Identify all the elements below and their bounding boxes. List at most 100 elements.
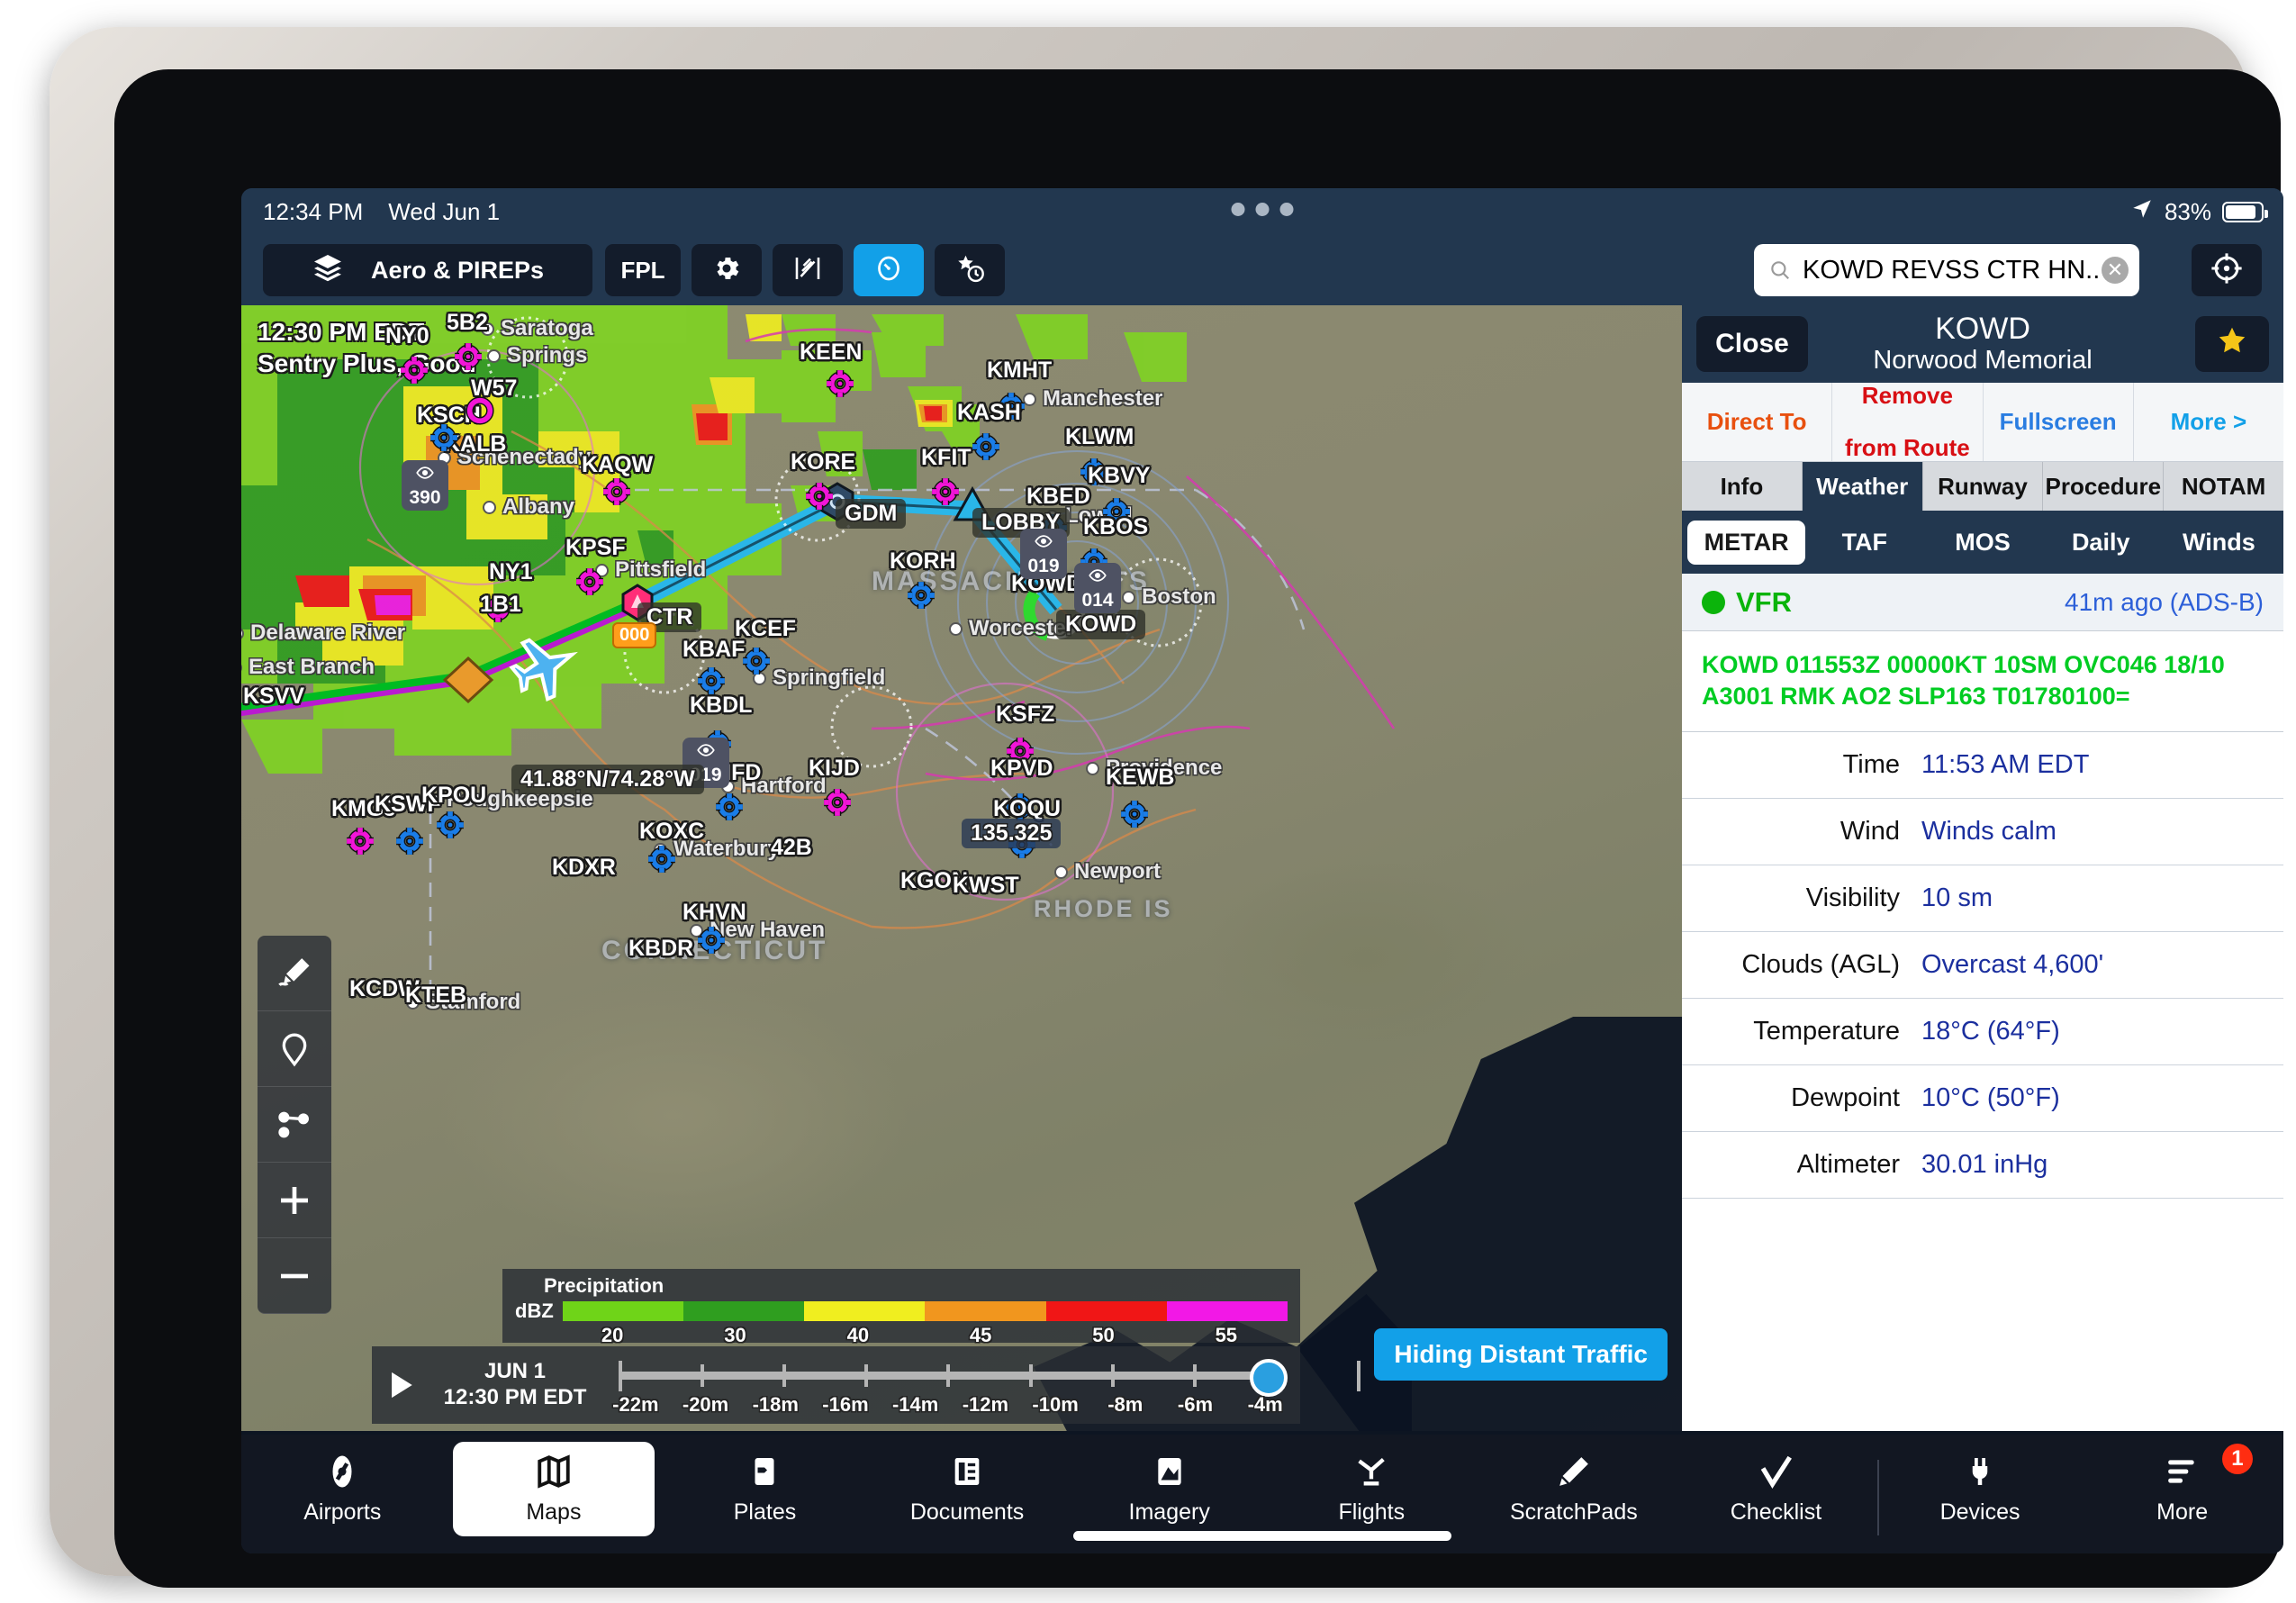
airport-detail-panel: Close KOWD Norwood Memorial Direct To Rem… xyxy=(1682,305,2283,1431)
close-button[interactable]: Close xyxy=(1696,316,1808,372)
map-waypoint-label-kowd: KOWD xyxy=(1056,610,1146,639)
center-on-location-button[interactable] xyxy=(2192,244,2262,296)
map-airport-label-kdxr: KDXR xyxy=(552,855,616,880)
tab-devices[interactable]: Devices xyxy=(1879,1442,2082,1526)
panel-action-remove-from-route[interactable]: Remove from Route xyxy=(1832,382,1984,461)
tab-scratchpads[interactable]: ScratchPads xyxy=(1473,1442,1676,1526)
map-airport-icon-kijd[interactable] xyxy=(822,787,853,818)
map-airport-icon-kmgj[interactable] xyxy=(345,826,375,856)
map-airport-label-kore: KORE xyxy=(791,449,856,475)
map-airport-icon-ksch[interactable] xyxy=(465,395,495,426)
scrubber-tick-mark xyxy=(1028,1364,1033,1387)
scrubber-tick-mark xyxy=(864,1364,869,1387)
panel-action-fullscreen[interactable]: Fullscreen xyxy=(1984,383,2134,461)
map-airport-icon-ny0[interactable] xyxy=(399,355,429,385)
map-airport-icon-khvn[interactable] xyxy=(696,925,727,955)
map-airport-label-kaqw: KAQW xyxy=(582,452,654,477)
weather-subtab-taf[interactable]: TAF xyxy=(1805,521,1923,565)
weather-subtab-mos[interactable]: MOS xyxy=(1923,521,2041,565)
map-airport-icon-kpsf[interactable] xyxy=(574,566,605,597)
tab-maps[interactable]: Maps xyxy=(452,1442,655,1536)
metar-detail-key: Clouds (AGL) xyxy=(1741,950,1900,980)
panel-tab-runway[interactable]: Runway xyxy=(1922,462,2044,511)
map-airport-icon-kcef[interactable] xyxy=(741,646,772,676)
map-airport-label-kpvd: KPVD xyxy=(990,756,1053,781)
legend-color-swatch xyxy=(1166,1301,1288,1321)
map-airport-icon-koxc[interactable] xyxy=(646,844,677,874)
radar-timeline-scrubber[interactable]: JUN 1 12:30 PM EDT -22m -20m -18m -16m -14m -… xyxy=(372,1346,1360,1424)
map-airport-icon-kaqw[interactable] xyxy=(601,476,632,507)
map-city-label: Albany xyxy=(482,494,575,519)
metar-detail-key: Altimeter xyxy=(1796,1150,1900,1180)
scrubber-track[interactable]: -22m -20m -18m -16m -14m -12m -10m -8m -6m -4m xyxy=(601,1346,1360,1424)
status-date: Wed Jun 1 xyxy=(388,197,501,225)
scrubber-tick-label: -4m xyxy=(1247,1393,1283,1416)
panel-tab-notam[interactable]: NOTAM xyxy=(2164,462,2283,511)
metar-detail-row: Clouds (AGL) Overcast 4,600' xyxy=(1682,932,2283,1000)
map-airport-icon-korh[interactable] xyxy=(906,580,936,611)
search-field[interactable]: KOWD REVSS CTR HN... ✕ xyxy=(1754,244,2139,296)
map-city-label: Newport xyxy=(1054,859,1161,883)
metar-detail-key: Wind xyxy=(1840,817,1900,847)
metar-detail-table: Time 11:53 AM EDT Wind Winds calm Visibility… xyxy=(1682,732,2283,1200)
weather-subtab-metar[interactable]: METAR xyxy=(1687,520,1806,565)
weather-subtab-winds[interactable]: Winds xyxy=(2160,521,2278,565)
multitasking-dots[interactable] xyxy=(1231,203,1294,216)
map-airport-icon-w57[interactable] xyxy=(453,341,484,372)
search-input-value[interactable]: KOWD REVSS CTR HN... xyxy=(1803,256,2102,285)
tab-more[interactable]: More 1 xyxy=(2081,1442,2283,1526)
settings-button[interactable] xyxy=(692,244,762,296)
scrubber-tick-label: -14m xyxy=(891,1393,939,1416)
flight-plan-button[interactable]: FPL xyxy=(605,244,681,296)
play-button[interactable] xyxy=(372,1367,429,1403)
recents-favorites-button[interactable] xyxy=(935,244,1005,296)
tab-plates[interactable]: Plates xyxy=(664,1442,866,1526)
map-airport-icon-kpou[interactable] xyxy=(435,810,466,840)
favorite-button[interactable] xyxy=(2195,316,2269,372)
tab-imagery[interactable]: Imagery xyxy=(1068,1442,1270,1526)
map-airport-icon-kash[interactable] xyxy=(971,431,1001,462)
tab-flights[interactable]: Flights xyxy=(1270,1442,1473,1526)
panel-tab-weather[interactable]: Weather xyxy=(1802,462,1923,511)
scrubber-tick-mark xyxy=(1110,1364,1115,1387)
map-airport-icon-kewb[interactable] xyxy=(1119,799,1150,829)
panel-action-more[interactable]: More > xyxy=(2134,383,2283,461)
scrubber-handle[interactable] xyxy=(1250,1359,1288,1397)
home-indicator[interactable] xyxy=(1073,1531,1451,1541)
scrubber-tick-label: -6m xyxy=(1177,1393,1214,1416)
metar-detail-row: Wind Winds calm xyxy=(1682,799,2283,866)
search-clear-button[interactable]: ✕ xyxy=(2102,257,2129,284)
map-airport-icon-keen[interactable] xyxy=(825,368,855,399)
tab-airports[interactable]: Airports xyxy=(241,1442,444,1526)
map-airport-icon-kbaf[interactable] xyxy=(696,666,727,696)
tab-documents[interactable]: Documents xyxy=(866,1442,1069,1526)
panel-tab-procedure[interactable]: Procedure xyxy=(2043,462,2165,511)
map-airport-icon-kswf[interactable] xyxy=(394,826,425,856)
rubber-band-route-tool-button[interactable] xyxy=(258,1087,331,1163)
frequency-tag: 135.325 xyxy=(962,819,1062,848)
map-airport-icon-khfd[interactable] xyxy=(714,792,745,822)
metar-detail-value: 10 sm xyxy=(1921,883,1993,913)
pin-tool-button[interactable] xyxy=(258,1011,331,1087)
tab-label: Plates xyxy=(733,1499,797,1525)
zoom-in-button[interactable] xyxy=(258,1163,331,1238)
instruments-button[interactable] xyxy=(854,244,924,296)
map-airport-label-kbaf: KBAF xyxy=(682,637,746,662)
zoom-out-button[interactable] xyxy=(258,1238,331,1314)
panel-action-direct-to[interactable]: Direct To xyxy=(1682,383,1833,461)
map-layers-button[interactable]: Aero & PIREPs xyxy=(263,244,592,296)
tab-checklist[interactable]: Checklist xyxy=(1675,1442,1877,1526)
map-airport-icon-kore[interactable] xyxy=(804,481,835,512)
moving-map[interactable]: 12:30 PM EDT Sentry Plus, Good MASSACHUS… xyxy=(241,305,1682,1431)
panel-tab-info[interactable]: Info xyxy=(1682,462,1803,511)
map-labels-layer: MASSACHUSETTS CONNECTICUT RHODE IS Saratoga… xyxy=(241,305,1682,1431)
map-airport-icon-kalb[interactable] xyxy=(429,422,459,453)
profile-view-button[interactable] xyxy=(773,244,843,296)
scratchpad-tool-button[interactable] xyxy=(258,936,331,1011)
traffic-status-badge[interactable]: Hiding Distant Traffic xyxy=(1374,1328,1668,1381)
weather-subtab-daily[interactable]: Daily xyxy=(2042,521,2160,565)
legend-title: Precipitation xyxy=(544,1274,664,1297)
map-airport-icon-kfit[interactable] xyxy=(930,476,961,507)
map-city-label: Boston xyxy=(1122,584,1216,609)
crosshair-icon xyxy=(2210,251,2244,290)
